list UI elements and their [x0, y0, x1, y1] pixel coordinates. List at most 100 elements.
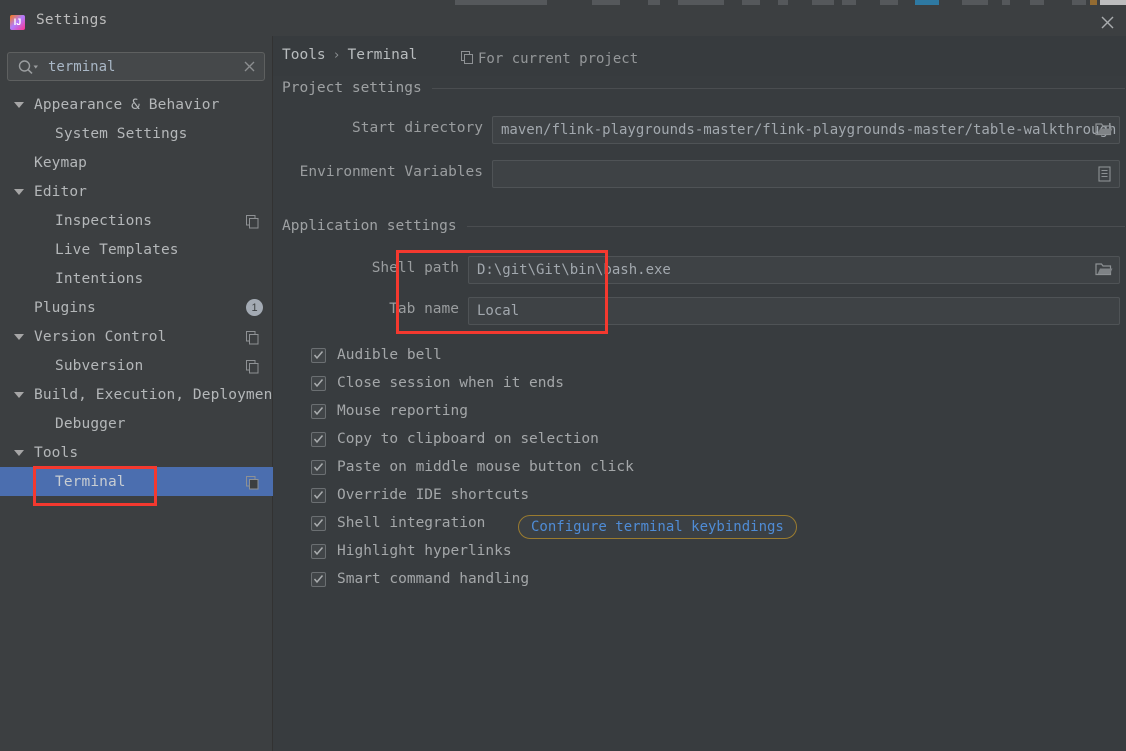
- dialog-titlebar: IJ Settings: [0, 7, 1126, 36]
- tab-name-field[interactable]: Local: [468, 297, 1120, 325]
- copy-icon: [461, 49, 473, 68]
- checkbox-row-override-ide-shortcuts[interactable]: Override IDE shortcuts: [311, 484, 529, 506]
- search-input[interactable]: [46, 53, 241, 80]
- sidebar-item-label: Keymap: [34, 154, 87, 171]
- checkbox-label: Override IDE shortcuts: [337, 487, 530, 503]
- plugins-update-badge: 1: [246, 299, 263, 316]
- checkbox-checked-icon[interactable]: [311, 487, 326, 503]
- search-icon[interactable]: [17, 59, 39, 75]
- checkbox-row-shell-integration[interactable]: Shell integration: [311, 512, 485, 534]
- sidebar-item-label: Tools: [34, 444, 79, 461]
- folder-icon[interactable]: [1095, 261, 1113, 281]
- sidebar-item-appearance-behavior[interactable]: Appearance & Behavior: [0, 90, 273, 119]
- copy-icon: [246, 330, 259, 349]
- checkbox-checked-icon[interactable]: [311, 403, 326, 419]
- settings-dialog: IJ Settings terminal Appearance & Behavi…: [0, 7, 1126, 751]
- checkbox-checked-icon[interactable]: [311, 375, 326, 391]
- sidebar-item-label: Plugins: [34, 299, 96, 316]
- folder-icon[interactable]: [1095, 121, 1113, 141]
- sidebar-item-system-settings[interactable]: System Settings: [0, 119, 273, 148]
- checkbox-label: Audible bell: [337, 347, 442, 363]
- environment-variables-field[interactable]: [492, 160, 1120, 188]
- chevron-down-icon[interactable]: [14, 392, 24, 398]
- start-directory-field[interactable]: maven/flink-playgrounds-master/flink-pla…: [492, 116, 1120, 144]
- section-rule: [466, 225, 1125, 227]
- sidebar-item-label: Subversion: [55, 357, 144, 374]
- checkbox-label: Highlight hyperlinks: [337, 543, 512, 559]
- close-icon[interactable]: [1096, 12, 1118, 32]
- start-directory-value: maven/flink-playgrounds-master/flink-pla…: [501, 122, 1117, 138]
- checkbox-row-copy-to-clipboard-on-selection[interactable]: Copy to clipboard on selection: [311, 428, 599, 450]
- intellij-idea-icon: IJ: [10, 15, 25, 30]
- chevron-down-icon[interactable]: [14, 450, 24, 456]
- checkbox-label: Smart command handling: [337, 571, 530, 587]
- sidebar-item-version-control[interactable]: Version Control: [0, 322, 273, 351]
- scope-label: For current project: [478, 50, 639, 67]
- settings-content: Tools › Terminal For current project Pro…: [273, 36, 1126, 751]
- ide-toolbar-sliver: [0, 0, 1126, 7]
- sidebar-item-label: Live Templates: [55, 241, 179, 258]
- breadcrumb-separator: ›: [332, 47, 341, 63]
- checkbox-row-mouse-reporting[interactable]: Mouse reporting: [311, 400, 468, 422]
- sidebar-item-label: Appearance & Behavior: [34, 96, 220, 113]
- clear-icon[interactable]: [242, 59, 257, 74]
- sidebar-item-inspections[interactable]: Inspections: [0, 206, 273, 235]
- checkbox-checked-icon[interactable]: [311, 571, 326, 587]
- scope-note: For current project: [461, 49, 638, 68]
- checkbox-row-smart-command-handling[interactable]: Smart command handling: [311, 568, 529, 590]
- checkbox-label: Paste on middle mouse button click: [337, 459, 634, 475]
- checkbox-row-highlight-hyperlinks[interactable]: Highlight hyperlinks: [311, 540, 512, 562]
- sidebar-item-plugins[interactable]: Plugins 1: [0, 293, 273, 322]
- sidebar-item-intentions[interactable]: Intentions: [0, 264, 273, 293]
- sidebar-item-debugger[interactable]: Debugger: [0, 409, 273, 438]
- configure-terminal-keybindings-button[interactable]: Configure terminal keybindings: [518, 515, 797, 539]
- sidebar-item-live-templates[interactable]: Live Templates: [0, 235, 273, 264]
- checkbox-row-paste-on-middle-mouse-button-click[interactable]: Paste on middle mouse button click: [311, 456, 634, 478]
- section-project-settings: Project settings: [282, 80, 1126, 96]
- sidebar-item-build-execution-deployment[interactable]: Build, Execution, Deployment: [0, 380, 281, 409]
- tab-name-value: Local: [477, 303, 520, 319]
- section-title: Application settings: [282, 218, 457, 234]
- copy-icon: [246, 214, 259, 233]
- checkbox-label: Close session when it ends: [337, 375, 564, 391]
- chevron-down-icon[interactable]: [14, 189, 24, 195]
- sidebar-item-label: System Settings: [55, 125, 188, 142]
- environment-variables-label: Environment Variables: [299, 164, 483, 180]
- breadcrumb: Tools › Terminal: [282, 47, 417, 63]
- sidebar-item-label: Debugger: [55, 415, 126, 432]
- search-box[interactable]: [7, 52, 265, 81]
- sidebar-item-keymap[interactable]: Keymap: [0, 148, 273, 177]
- settings-panel-body: Project settings Start directory maven/f…: [273, 76, 1126, 751]
- sidebar-item-subversion[interactable]: Subversion: [0, 351, 273, 380]
- sidebar-item-tools[interactable]: Tools: [0, 438, 273, 467]
- settings-sidebar: Appearance & Behavior System Settings Keym…: [0, 36, 281, 751]
- sidebar-item-terminal[interactable]: Terminal: [0, 467, 273, 496]
- chevron-down-icon[interactable]: [14, 334, 24, 340]
- checkbox-checked-icon[interactable]: [311, 459, 326, 475]
- settings-dialog-root: IJ Settings terminal Appearance & Behavi…: [0, 0, 1126, 751]
- list-edit-icon[interactable]: [1098, 166, 1111, 186]
- sidebar-item-label: Build, Execution, Deployment: [34, 386, 282, 403]
- section-application-settings: Application settings: [282, 218, 1126, 234]
- checkbox-checked-icon[interactable]: [311, 515, 326, 531]
- shell-path-field[interactable]: D:\git\Git\bin\bash.exe: [468, 256, 1120, 284]
- section-rule: [431, 87, 1125, 89]
- checkbox-checked-icon[interactable]: [311, 431, 326, 447]
- tab-name-label: Tab name: [389, 301, 459, 317]
- sidebar-item-label: Version Control: [34, 328, 167, 345]
- settings-tree: Appearance & Behavior System Settings Keym…: [0, 90, 281, 496]
- dialog-title: Settings: [36, 12, 108, 28]
- sidebar-item-label: Intentions: [55, 270, 144, 287]
- checkbox-row-close-session-when-it-ends[interactable]: Close session when it ends: [311, 372, 564, 394]
- checkbox-label: Copy to clipboard on selection: [337, 431, 599, 447]
- checkbox-checked-icon[interactable]: [311, 347, 326, 363]
- chevron-down-icon[interactable]: [14, 102, 24, 108]
- checkbox-label: Mouse reporting: [337, 403, 468, 419]
- checkbox-checked-icon[interactable]: [311, 543, 326, 559]
- sidebar-item-editor[interactable]: Editor: [0, 177, 273, 206]
- breadcrumb-current: Terminal: [347, 47, 418, 63]
- sidebar-item-label: Editor: [34, 183, 87, 200]
- checkbox-row-audible-bell[interactable]: Audible bell: [311, 344, 442, 366]
- sidebar-item-label: Inspections: [55, 212, 153, 229]
- breadcrumb-parent[interactable]: Tools: [282, 47, 326, 63]
